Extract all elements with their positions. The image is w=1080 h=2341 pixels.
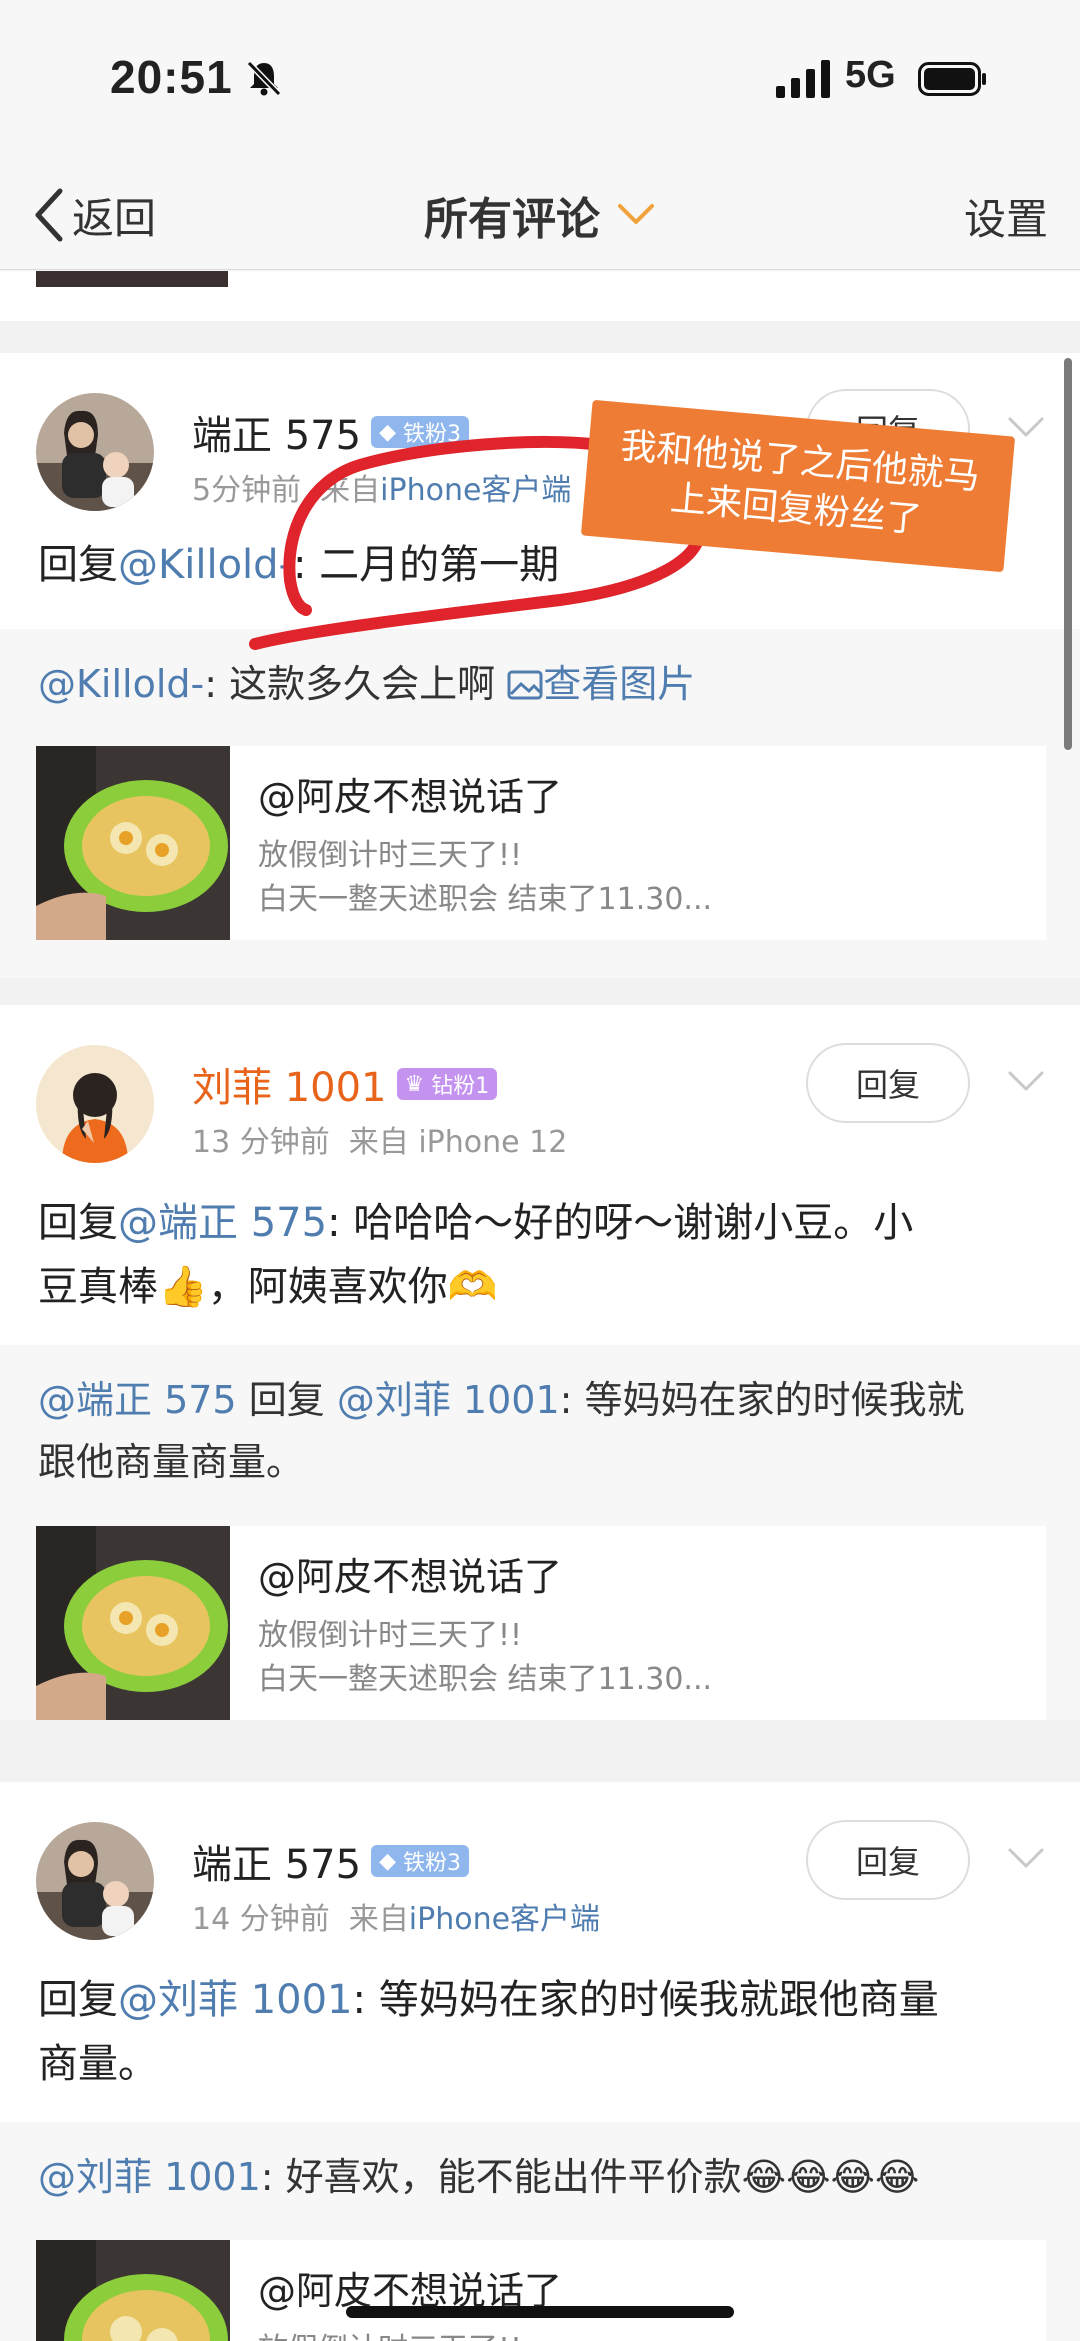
- mention-link[interactable]: @Killold-: [38, 662, 204, 706]
- username-text: 端正 575: [192, 413, 362, 459]
- status-bar: 20:51 5G: [0, 0, 1080, 160]
- mention-link[interactable]: @刘菲 1001: [337, 1378, 560, 1422]
- nav-bar: 返回 所有评论 设置: [0, 160, 1080, 270]
- comment-meta: 13 分钟前 来自 iPhone 12: [192, 1117, 567, 1161]
- settings-button[interactable]: 设置: [964, 186, 1048, 247]
- chevron-down-icon[interactable]: [1006, 1069, 1046, 1095]
- repost-line-2: 白天一整天述职会 结束了11.30...: [258, 882, 713, 917]
- quoted-text: @端正 575 回复 @刘菲 1001: 等妈妈在家的时候我就 跟他商量商量。: [38, 1378, 965, 1484]
- username[interactable]: 刘菲 1001 ♛ 钻粉1: [192, 1055, 498, 1113]
- previous-card-remnant: [0, 271, 1080, 321]
- username[interactable]: 端正 575 ◆ 铁粉3: [192, 403, 469, 461]
- fan-badge: ◆ 铁粉3: [371, 416, 469, 448]
- view-image-link[interactable]: 查看图片: [507, 662, 695, 706]
- mute-bell-icon: [246, 60, 282, 97]
- repost-line-1: 放假倒计时三天了!!: [258, 2324, 522, 2341]
- mention-link[interactable]: @端正 575: [118, 1200, 327, 1246]
- scrollbar[interactable]: [1064, 358, 1072, 750]
- fan-badge: ♛ 钻粉1: [396, 1068, 498, 1100]
- source-prefix: 来自: [348, 1125, 409, 1160]
- signal-icon: [776, 60, 830, 98]
- source-client[interactable]: iPhone客户端: [380, 473, 571, 508]
- comment-text: 回复@端正 575: 哈哈哈～好的呀～谢谢小豆。小 豆真棒👍，阿姨喜欢你🫶: [38, 1200, 914, 1310]
- comment-card: 端正 575 ◆ 铁粉3 14 分钟前 来自iPhone客户端 回复 回复@刘菲…: [0, 1782, 1080, 2122]
- comment-time: 13 分钟前: [192, 1125, 330, 1160]
- source-client: iPhone 12: [418, 1125, 568, 1160]
- quoted-comment[interactable]: @Killold-: 这款多久会上啊 查看图片 @阿皮不想说话了 放假倒计时三天…: [0, 629, 1080, 978]
- username[interactable]: 端正 575 ◆ 铁粉3: [192, 1832, 469, 1890]
- repost-card[interactable]: @阿皮不想说话了 放假倒计时三天了!! 白天一整天述职会 结束了11.30...: [36, 1526, 1046, 1720]
- quoted-comment[interactable]: @端正 575 回复 @刘菲 1001: 等妈妈在家的时候我就 跟他商量商量。 …: [0, 1345, 1080, 1720]
- mention-link[interactable]: @刘菲 1001: [38, 2155, 261, 2199]
- mention-link[interactable]: @端正 575: [38, 1378, 237, 1422]
- reply-button[interactable]: 回复: [806, 1820, 970, 1900]
- comment-time: 5分钟前: [192, 473, 302, 508]
- repost-line-1: 放假倒计时三天了!!: [258, 838, 523, 873]
- avatar[interactable]: [36, 1045, 154, 1163]
- comment-filter-dropdown[interactable]: 所有评论: [0, 180, 1080, 250]
- repost-card[interactable]: @阿皮不想说话了 放假倒计时三天了!! 白天一整天述职会 结束了11.30...: [36, 746, 1046, 940]
- repost-line-2: 白天一整天述职会 结束了11.30...: [258, 1662, 713, 1697]
- repost-thumbnail: [36, 2240, 230, 2341]
- source-prefix: 来自: [320, 473, 381, 508]
- battery-icon: [918, 62, 986, 96]
- reply-button[interactable]: 回复: [806, 1043, 970, 1123]
- chevron-down-icon: [618, 204, 654, 224]
- comment-time: 14 分钟前: [192, 1902, 330, 1937]
- image-icon: [507, 670, 543, 700]
- repost-thumbnail: [36, 1526, 230, 1720]
- page-title: 所有评论: [424, 194, 600, 245]
- repost-author: @阿皮不想说话了: [258, 1555, 563, 1599]
- repost-line-1: 放假倒计时三天了!!: [258, 1618, 523, 1653]
- comment-meta: 5分钟前 来自iPhone客户端: [192, 465, 571, 509]
- chevron-down-icon[interactable]: [1006, 1846, 1046, 1872]
- source-prefix: 来自: [348, 1902, 409, 1937]
- comment-meta: 14 分钟前 来自iPhone客户端: [192, 1894, 600, 1938]
- repost-thumbnail: [36, 746, 230, 940]
- repost-author: @阿皮不想说话了: [258, 775, 563, 819]
- mention-link[interactable]: @刘菲 1001: [118, 1977, 353, 2023]
- mention-link[interactable]: @Killold-: [118, 542, 293, 588]
- network-type: 5G: [845, 54, 896, 96]
- previous-thumbnail: [36, 271, 228, 287]
- source-client[interactable]: iPhone客户端: [409, 1902, 600, 1937]
- comment-card: 刘菲 1001 ♛ 钻粉1 13 分钟前 来自 iPhone 12 回复 回复@…: [0, 1005, 1080, 1345]
- comment-text: 回复@刘菲 1001: 等妈妈在家的时候我就跟他商量 商量。: [38, 1977, 939, 2087]
- avatar[interactable]: [36, 1822, 154, 1940]
- status-time: 20:51: [110, 51, 233, 103]
- avatar[interactable]: [36, 393, 154, 511]
- username-text: 端正 575: [192, 1842, 362, 1888]
- fan-badge: ◆ 铁粉3: [371, 1845, 469, 1877]
- username-text: 刘菲 1001: [192, 1065, 387, 1111]
- quoted-text: @Killold-: 这款多久会上啊 查看图片: [38, 662, 696, 706]
- repost-card[interactable]: @阿皮不想说话了 放假倒计时三天了!!: [36, 2240, 1046, 2341]
- quoted-text: @刘菲 1001: 好喜欢，能不能出件平价款😂😂😂😂: [38, 2155, 920, 2199]
- home-indicator[interactable]: [346, 2306, 734, 2318]
